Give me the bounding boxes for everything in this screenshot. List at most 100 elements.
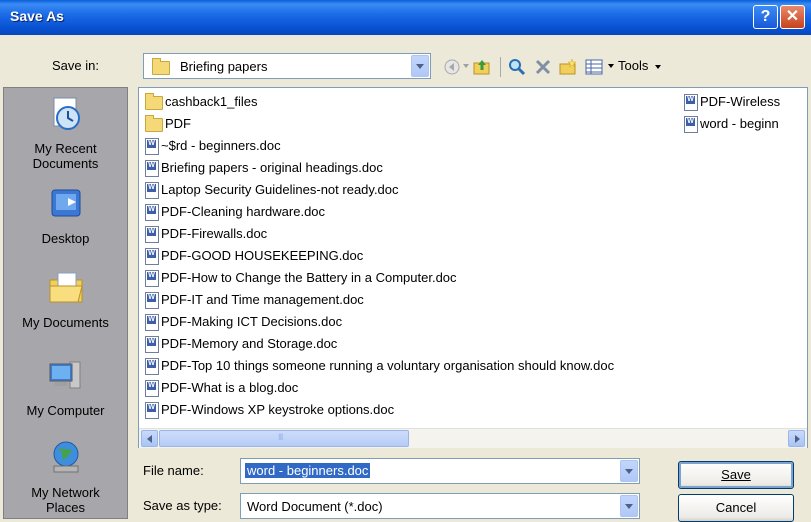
save-in-value: Briefing papers: [180, 59, 268, 74]
cancel-button[interactable]: Cancel: [678, 494, 794, 522]
word-document-icon: [145, 336, 159, 354]
place-label: My Recent Documents: [32, 141, 99, 171]
back-icon[interactable]: [442, 57, 462, 77]
desktop-icon: [51, 189, 80, 217]
dialog-title: Save As: [10, 8, 64, 24]
file-list[interactable]: cashback1_files PDF ~$rd - beginners.doc Br…: [138, 87, 808, 448]
file-item[interactable]: PDF-Wireless: [684, 91, 780, 113]
word-document-icon: [145, 204, 159, 222]
chevron-down-icon[interactable]: [620, 460, 638, 482]
word-document-icon: [145, 226, 159, 244]
file-name: PDF-How to Change the Battery in a Compu…: [161, 270, 457, 285]
file-item[interactable]: PDF-How to Change the Battery in a Compu…: [145, 267, 457, 289]
folder-icon: [145, 114, 163, 132]
file-item[interactable]: ~$rd - beginners.doc: [145, 135, 281, 157]
up-one-level-icon[interactable]: [472, 57, 492, 77]
file-name: Laptop Security Guidelines-not ready.doc: [161, 182, 399, 197]
word-document-icon: [145, 292, 159, 310]
save-as-type-label: Save as type:: [143, 498, 222, 513]
file-item[interactable]: PDF-Memory and Storage.doc: [145, 333, 337, 355]
horizontal-scrollbar[interactable]: III: [139, 428, 807, 448]
help-button[interactable]: ?: [753, 5, 778, 29]
word-document-icon: [145, 380, 159, 398]
save-as-dialog: Save As ? ✕ Save in: Briefing papers Too…: [0, 0, 811, 522]
scrollbar-grip: III: [278, 432, 283, 442]
save-in-label: Save in:: [52, 58, 99, 73]
file-name: PDF-Memory and Storage.doc: [161, 336, 338, 351]
toolbar-separator: [500, 57, 501, 77]
chevron-left-icon: [147, 435, 152, 443]
file-name-input[interactable]: word - beginners.doc: [240, 458, 640, 484]
chevron-down-icon[interactable]: [620, 495, 638, 517]
place-label: My Computer: [26, 403, 105, 418]
folder-icon: [152, 58, 170, 75]
scroll-left-button[interactable]: [141, 430, 158, 447]
file-name: cashback1_files: [165, 94, 258, 109]
views-icon[interactable]: [584, 57, 604, 77]
place-my-documents[interactable]: My Documents: [4, 268, 127, 330]
delete-icon[interactable]: [533, 57, 553, 77]
close-button[interactable]: ✕: [780, 5, 805, 29]
file-name: PDF-What is a blog.doc: [161, 380, 299, 395]
network-places-icon: [53, 441, 78, 473]
save-button-label: Save: [721, 467, 751, 482]
place-desktop[interactable]: Desktop: [4, 184, 127, 246]
folder-item[interactable]: PDF: [145, 113, 191, 135]
file-item[interactable]: Briefing papers - original headings.doc: [145, 157, 383, 179]
file-name: PDF-Cleaning hardware.doc: [161, 204, 326, 219]
place-my-recent-documents[interactable]: My Recent Documents: [4, 94, 127, 171]
file-item[interactable]: PDF-GOOD HOUSEKEEPING.doc: [145, 245, 363, 267]
file-name: word - beginn: [700, 116, 779, 131]
places-bar: My Recent Documents Desktop My Documents: [3, 87, 128, 519]
file-item[interactable]: PDF-Cleaning hardware.doc: [145, 201, 325, 223]
file-name-label: File name:: [143, 463, 204, 478]
file-item[interactable]: PDF-Windows XP keystroke options.doc: [145, 399, 394, 421]
word-document-icon: [684, 94, 698, 112]
file-name: Briefing papers - original headings.doc: [161, 160, 383, 175]
file-item[interactable]: Laptop Security Guidelines-not ready.doc: [145, 179, 399, 201]
tools-label: Tools: [618, 58, 649, 73]
cancel-button-label: Cancel: [715, 500, 757, 515]
place-my-computer[interactable]: My Computer: [4, 356, 127, 418]
title-bar[interactable]: Save As ? ✕: [0, 0, 811, 35]
tools-menu[interactable]: Tools: [618, 58, 661, 73]
my-computer-icon: [49, 361, 80, 389]
back-dropdown-icon[interactable]: [463, 64, 469, 68]
new-folder-icon[interactable]: [558, 57, 578, 77]
file-item[interactable]: PDF-What is a blog.doc: [145, 377, 298, 399]
chevron-down-icon[interactable]: [411, 55, 429, 77]
file-name: PDF-GOOD HOUSEKEEPING.doc: [161, 248, 364, 263]
folder-item[interactable]: cashback1_files: [145, 91, 258, 113]
file-name: PDF-Making ICT Decisions.doc: [161, 314, 343, 329]
file-name: ~$rd - beginners.doc: [161, 138, 281, 153]
scroll-right-button[interactable]: [788, 430, 805, 447]
word-document-icon: [145, 270, 159, 288]
save-in-dropdown[interactable]: Briefing papers: [143, 53, 431, 79]
folder-icon: [145, 92, 163, 110]
word-document-icon: [145, 138, 159, 156]
word-document-icon: [145, 248, 159, 266]
my-documents-icon: [49, 272, 83, 303]
place-my-network-places[interactable]: My Network Places: [4, 438, 127, 515]
file-item[interactable]: PDF-Firewalls.doc: [145, 223, 267, 245]
save-as-type-dropdown[interactable]: Word Document (*.doc): [240, 493, 640, 519]
place-label: My Documents: [22, 315, 109, 330]
chevron-right-icon: [795, 435, 800, 443]
file-name: PDF-Windows XP keystroke options.doc: [161, 402, 395, 417]
search-web-icon[interactable]: [507, 57, 527, 77]
file-item[interactable]: PDF-Making ICT Decisions.doc: [145, 311, 342, 333]
views-dropdown-icon[interactable]: [608, 64, 614, 68]
scrollbar-thumb[interactable]: III: [159, 430, 409, 447]
file-item[interactable]: PDF-Top 10 things someone running a volu…: [145, 355, 614, 377]
word-document-icon: [145, 402, 159, 420]
file-name: PDF: [165, 116, 191, 131]
tools-dropdown-icon: [654, 64, 661, 69]
place-label: Desktop: [41, 231, 90, 246]
word-document-icon: [145, 160, 159, 178]
file-item[interactable]: word - beginn: [684, 113, 779, 135]
file-name: PDF-IT and Time management.doc: [161, 292, 364, 307]
file-item[interactable]: PDF-IT and Time management.doc: [145, 289, 364, 311]
save-button[interactable]: Save: [678, 461, 794, 489]
word-document-icon: [145, 358, 159, 376]
word-document-icon: [145, 314, 159, 332]
